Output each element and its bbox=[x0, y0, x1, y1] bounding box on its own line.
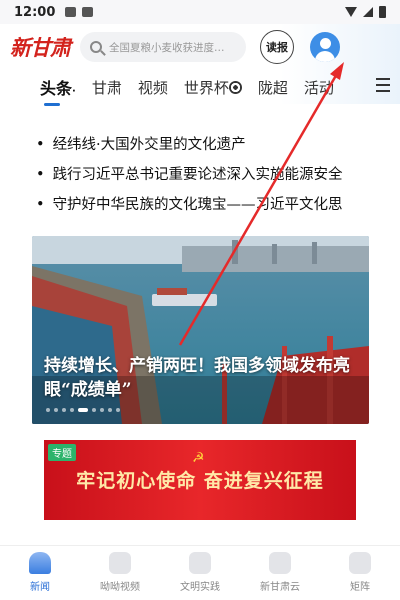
cloud-icon bbox=[269, 552, 291, 574]
nav-matrix[interactable]: 矩阵 bbox=[320, 546, 400, 600]
special-topic-banner[interactable]: 专题 ☭ 牢记初心使命 奋进复兴征程 bbox=[44, 440, 356, 520]
user-avatar-button[interactable] bbox=[310, 32, 340, 62]
search-bar[interactable]: 全国夏粮小麦收获进度… bbox=[80, 32, 246, 62]
search-placeholder: 全国夏粮小麦收获进度… bbox=[109, 41, 225, 54]
topic-tag: 专题 bbox=[48, 444, 76, 461]
carousel-indicator bbox=[46, 408, 120, 412]
user-icon-head bbox=[319, 38, 331, 49]
status-bar: 12:00 bbox=[0, 0, 400, 24]
carousel-dot[interactable] bbox=[54, 408, 58, 412]
nav-label: 呦呦视频 bbox=[100, 582, 140, 593]
status-time: 12:00 bbox=[14, 4, 56, 20]
matrix-icon bbox=[349, 552, 371, 574]
bottom-navigation: 新闻 呦呦视频 文明实践 新甘肃云 矩阵 bbox=[0, 545, 400, 600]
signal-icon bbox=[363, 7, 373, 17]
channel-tabs: 头条· 甘肃 视频 世界杯 陇超 活动 bbox=[0, 70, 400, 106]
headline-item[interactable]: 守护好中华民族的文化瑰宝——习近平文化思 bbox=[36, 190, 376, 220]
headline-item[interactable]: 经纬线·大国外交里的文化遗产 bbox=[36, 130, 376, 160]
hero-title: 持续增长、产销两旺！我国多领域发布亮眼“成绩单” bbox=[44, 356, 350, 400]
football-icon bbox=[228, 80, 242, 94]
carousel-dot[interactable] bbox=[62, 408, 66, 412]
channel-menu-icon[interactable] bbox=[376, 78, 390, 92]
carousel-dot[interactable] bbox=[116, 408, 120, 412]
headline-list: 经纬线·大国外交里的文化遗产 践行习近平总书记重要论述深入实施能源安全 守护好中… bbox=[36, 130, 376, 220]
wifi-icon bbox=[345, 7, 357, 17]
carousel-dot[interactable] bbox=[46, 408, 50, 412]
hero-carousel[interactable]: 持续增长、产销两旺！我国多领域发布亮眼“成绩单” bbox=[32, 236, 369, 424]
app-notification-icon bbox=[82, 7, 94, 17]
nav-label: 文明实践 bbox=[180, 582, 220, 593]
app-header: 新甘肃 全国夏粮小麦收获进度… 读报 bbox=[0, 24, 400, 70]
nav-video[interactable]: 呦呦视频 bbox=[80, 546, 160, 600]
carousel-dot[interactable] bbox=[92, 408, 96, 412]
tab-gansu[interactable]: 甘肃 bbox=[92, 77, 122, 98]
gallery-notification-icon bbox=[65, 7, 77, 17]
nav-news[interactable]: 新闻 bbox=[0, 546, 80, 600]
headline-item[interactable]: 践行习近平总书记重要论述深入实施能源安全 bbox=[36, 160, 376, 190]
tab-activity[interactable]: 活动 bbox=[304, 77, 334, 98]
nav-civilization[interactable]: 文明实践 bbox=[160, 546, 240, 600]
topic-slogan: 牢记初心使命 奋进复兴征程 bbox=[76, 470, 324, 492]
user-icon-body bbox=[315, 51, 335, 62]
carousel-dot[interactable] bbox=[100, 408, 104, 412]
nav-label: 新闻 bbox=[30, 582, 50, 593]
app-logo: 新甘肃 bbox=[10, 35, 71, 60]
party-emblem-icon: ☭ bbox=[192, 450, 205, 466]
carousel-dot[interactable] bbox=[70, 408, 74, 412]
news-home-icon bbox=[29, 552, 51, 574]
carousel-dot[interactable] bbox=[78, 408, 88, 412]
document-icon bbox=[189, 552, 211, 574]
read-newspaper-button[interactable]: 读报 bbox=[260, 30, 294, 64]
nav-label: 矩阵 bbox=[350, 582, 370, 593]
video-icon bbox=[109, 552, 131, 574]
tab-longchao[interactable]: 陇超 bbox=[258, 77, 288, 98]
search-icon bbox=[90, 41, 102, 53]
tab-video[interactable]: 视频 bbox=[138, 77, 168, 98]
nav-label: 新甘肃云 bbox=[260, 582, 300, 593]
tab-world-cup[interactable]: 世界杯 bbox=[184, 77, 242, 98]
carousel-dot[interactable] bbox=[108, 408, 112, 412]
battery-icon bbox=[379, 6, 386, 18]
nav-cloud[interactable]: 新甘肃云 bbox=[240, 546, 320, 600]
tab-headlines[interactable]: 头条· bbox=[40, 75, 76, 106]
